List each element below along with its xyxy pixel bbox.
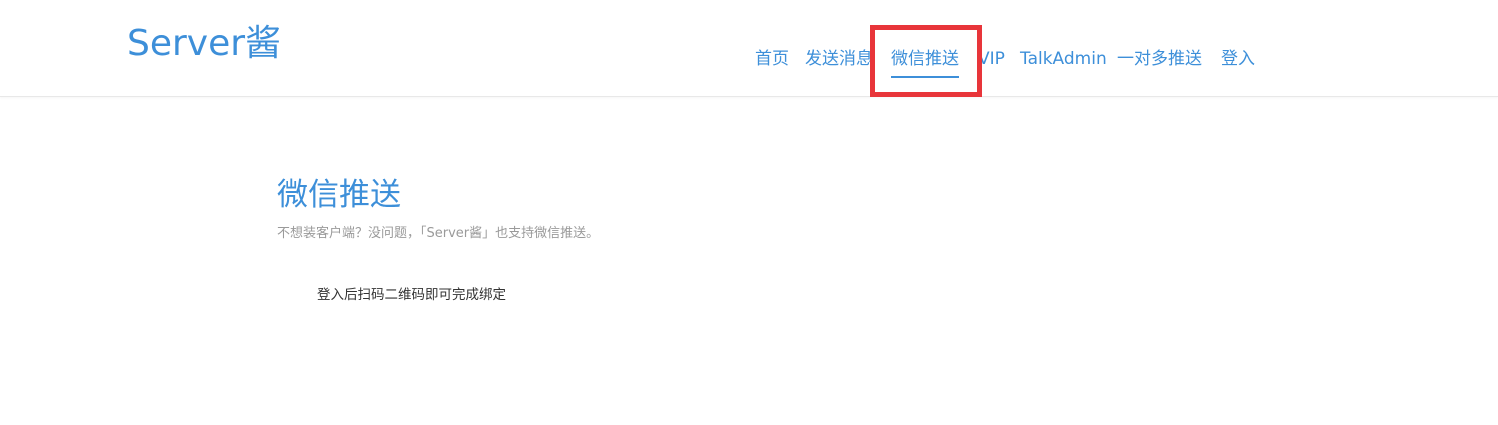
nav-login[interactable]: 登入 <box>1221 46 1255 72</box>
main-nav: 首页 发送消息 微信推送 VIP TalkAdmin 一对多推送 登入 <box>0 46 1498 78</box>
nav-home[interactable]: 首页 <box>755 46 789 72</box>
binding-instruction: 登入后扫码二维码即可完成绑定 <box>317 287 506 303</box>
site-header: Server酱 首页 发送消息 微信推送 VIP TalkAdmin 一对多推送… <box>0 0 1498 97</box>
page-title: 微信推送 <box>277 177 401 213</box>
page-subtitle: 不想装客户端？没问题，「Server酱」也支持微信推送。 <box>277 226 600 241</box>
nav-wechat-push[interactable]: 微信推送 <box>891 46 959 78</box>
nav-one-to-many-push[interactable]: 一对多推送 <box>1117 46 1202 72</box>
nav-talkadmin[interactable]: TalkAdmin <box>1020 46 1107 72</box>
nav-vip[interactable]: VIP <box>978 46 1005 72</box>
nav-send-message[interactable]: 发送消息 <box>805 46 873 72</box>
